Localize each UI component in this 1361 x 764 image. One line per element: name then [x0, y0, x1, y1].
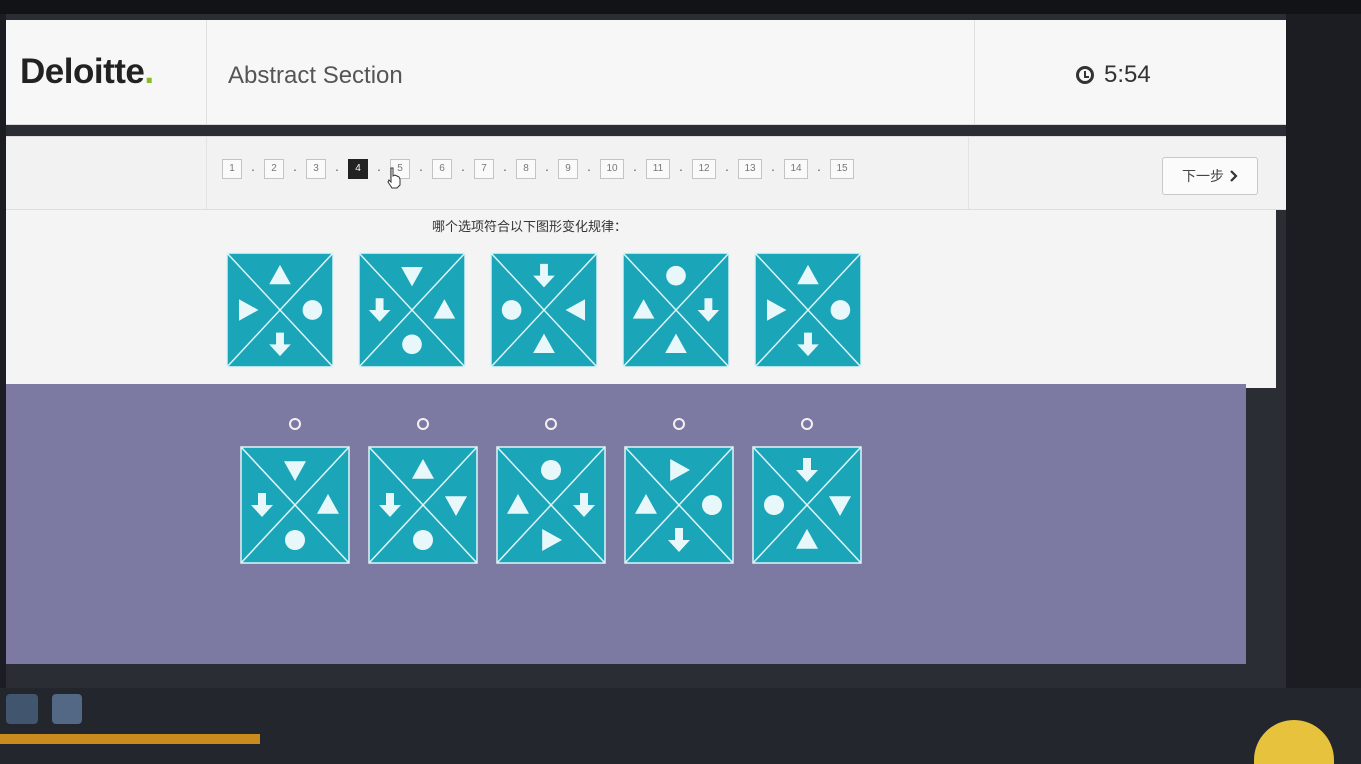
header-divider	[206, 20, 207, 124]
answer-option-5[interactable]	[750, 418, 864, 564]
page-button-11[interactable]: 11	[646, 159, 670, 179]
page-separator: ·	[544, 161, 550, 177]
sequence-figure-5	[754, 252, 862, 368]
option-radio-button[interactable]	[545, 418, 557, 430]
page-button-6[interactable]: 6	[432, 159, 452, 179]
app-header: Deloitte. Abstract Section 5:54	[6, 20, 1286, 125]
circle-icon	[830, 300, 851, 320]
sequence-figure-3	[490, 252, 598, 368]
answer-option-4[interactable]	[622, 418, 736, 564]
page-button-8[interactable]: 8	[516, 159, 536, 179]
page-separator: ·	[816, 161, 822, 177]
logo-dot: .	[144, 52, 154, 91]
taskbar-app-icon[interactable]	[6, 694, 38, 724]
figure-tile-graphic	[496, 446, 606, 564]
option-figure[interactable]	[496, 446, 606, 564]
answer-options	[238, 418, 864, 564]
timer-value: 5:54	[1104, 61, 1151, 88]
clock-icon	[1076, 66, 1094, 84]
taskbar-app-icon[interactable]	[52, 694, 82, 724]
question-area: 哪个选项符合以下图形变化规律：	[6, 210, 1276, 388]
option-radio-button[interactable]	[673, 418, 685, 430]
page-separator: ·	[502, 161, 508, 177]
figure-tile-graphic	[754, 252, 862, 368]
option-figure[interactable]	[240, 446, 350, 564]
figure-tile-graphic	[624, 446, 734, 564]
option-radio-button[interactable]	[417, 418, 429, 430]
answer-option-3[interactable]	[494, 418, 608, 564]
page-button-12[interactable]: 12	[692, 159, 716, 179]
sequence-figure-1	[226, 252, 334, 368]
circle-icon	[702, 495, 722, 515]
question-navigation-bar: 1 · 2 · 3 · 4 · 5 · 6 · 7 · 8 · 9 · 10 · 11 · 12 · 13 · 14 · 15 下一步	[6, 136, 1286, 210]
page-button-13[interactable]: 13	[738, 159, 762, 179]
page-button-9[interactable]: 9	[558, 159, 578, 179]
circle-icon	[302, 300, 323, 320]
option-figure[interactable]	[752, 446, 862, 564]
page-button-2[interactable]: 2	[264, 159, 284, 179]
page-button-4[interactable]: 4	[348, 159, 368, 179]
section-title: Abstract Section	[228, 62, 403, 89]
page-separator: ·	[678, 161, 684, 177]
navbar-divider	[968, 137, 969, 209]
sequence-figure-4	[622, 252, 730, 368]
figure-tile-graphic	[490, 252, 598, 368]
sequence-figure-2	[358, 252, 466, 368]
navbar-divider	[206, 137, 207, 209]
countdown-timer: 5:54	[1076, 60, 1151, 90]
circle-icon	[285, 530, 305, 550]
next-step-button[interactable]: 下一步	[1162, 157, 1258, 195]
figure-sequence	[226, 252, 862, 368]
answer-option-1[interactable]	[238, 418, 352, 564]
option-radio-button[interactable]	[801, 418, 813, 430]
circle-icon	[501, 300, 522, 320]
chevron-right-icon	[1230, 170, 1238, 182]
os-taskbar	[0, 688, 1361, 764]
monitor-bezel	[0, 0, 1361, 14]
question-prompt: 哪个选项符合以下图形变化规律：	[432, 220, 628, 235]
figure-tile-graphic	[622, 252, 730, 368]
page-separator: ·	[770, 161, 776, 177]
page-separator: ·	[586, 161, 592, 177]
page-button-14[interactable]: 14	[784, 159, 808, 179]
figure-tile-graphic	[752, 446, 862, 564]
hand-cursor-icon	[387, 167, 401, 189]
answer-options-area	[6, 384, 1246, 664]
page-separator: ·	[250, 161, 256, 177]
figure-tile-graphic	[368, 446, 478, 564]
page-button-7[interactable]: 7	[474, 159, 494, 179]
page-button-3[interactable]: 3	[306, 159, 326, 179]
page-separator: ·	[460, 161, 466, 177]
logo-text: Deloitte	[20, 52, 145, 91]
option-figure[interactable]	[624, 446, 734, 564]
circle-icon	[413, 530, 433, 550]
answer-option-2[interactable]	[366, 418, 480, 564]
deloitte-logo: Deloitte.	[20, 42, 204, 102]
app-screen: Deloitte. Abstract Section 5:54 1 · 2 · 3 · 4 ·…	[6, 14, 1286, 704]
next-step-label: 下一步	[1182, 169, 1224, 185]
figure-tile-graphic	[226, 252, 334, 368]
page-separator: ·	[724, 161, 730, 177]
page-separator: ·	[292, 161, 298, 177]
page-button-15[interactable]: 15	[830, 159, 854, 179]
circle-icon	[764, 495, 784, 515]
header-divider	[974, 20, 975, 124]
page-separator: ·	[632, 161, 638, 177]
page-button-1[interactable]: 1	[222, 159, 242, 179]
circle-icon	[541, 460, 561, 480]
option-figure[interactable]	[368, 446, 478, 564]
circle-icon	[666, 265, 686, 286]
figure-tile-graphic	[240, 446, 350, 564]
taskbar-highlight	[0, 734, 260, 744]
page-separator: ·	[334, 161, 340, 177]
figure-tile-graphic	[358, 252, 466, 368]
option-radio-button[interactable]	[289, 418, 301, 430]
circle-icon	[402, 334, 422, 355]
question-pager: 1 · 2 · 3 · 4 · 5 · 6 · 7 · 8 · 9 · 10 · 11 · 12 · 13 · 14 · 15	[222, 159, 854, 179]
page-button-10[interactable]: 10	[600, 159, 624, 179]
page-separator: ·	[418, 161, 424, 177]
